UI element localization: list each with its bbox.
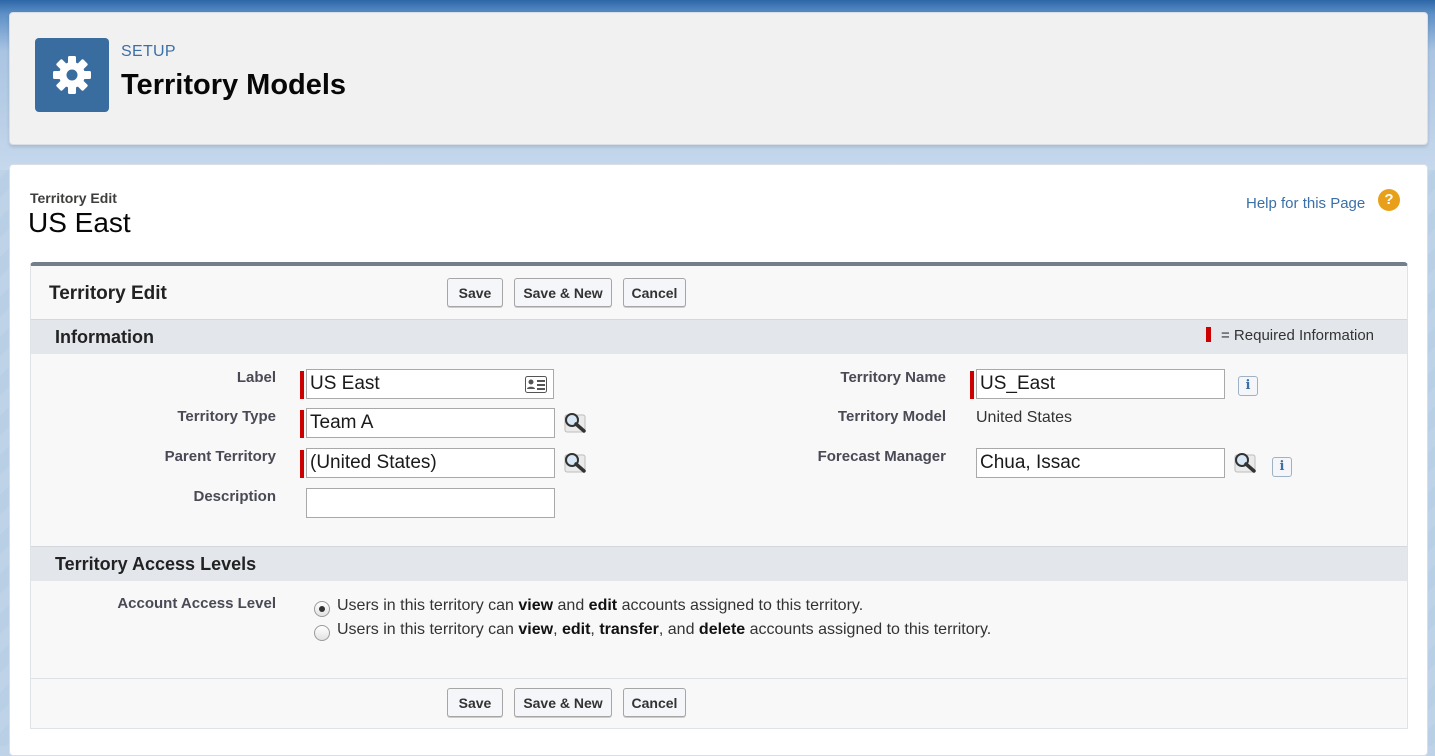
label-field-label: Label: [236, 369, 276, 386]
forecast-manager-lookup-icon[interactable]: [1232, 450, 1258, 476]
access-option-view-edit-label[interactable]: Users in this territory can view and edi…: [337, 597, 863, 615]
cancel-button-bottom[interactable]: Cancel: [623, 688, 686, 717]
territory-type-label: Territory Type: [177, 408, 276, 425]
forecast-manager-input[interactable]: [976, 448, 1225, 478]
parent-territory-required-marker: [300, 450, 304, 478]
parent-territory-lookup-icon[interactable]: [562, 450, 588, 476]
territory-model-value: United States: [976, 409, 1073, 426]
page-title: Territory Models: [121, 69, 347, 101]
cancel-button-top[interactable]: Cancel: [623, 278, 686, 307]
territory-name-label: Territory Name: [840, 369, 946, 386]
required-legend-text: = Required Information: [1221, 327, 1375, 344]
page-header: SETUP Territory Models: [9, 12, 1428, 145]
save-new-button-bottom[interactable]: Save & New: [514, 688, 612, 717]
territory-name-input[interactable]: [976, 369, 1225, 399]
territory-model-label: Territory Model: [837, 408, 946, 425]
territory-type-required-marker: [300, 410, 304, 438]
access-levels-section-title: Territory Access Levels: [55, 554, 257, 574]
description-input[interactable]: [306, 488, 555, 518]
contact-card-icon[interactable]: [525, 376, 547, 393]
information-section-title: Information: [55, 327, 154, 347]
save-button-bottom[interactable]: Save: [447, 688, 503, 717]
access-option-full-label[interactable]: Users in this territory can view, edit, …: [337, 621, 991, 639]
parent-territory-label: Parent Territory: [164, 448, 276, 465]
label-required-marker: [300, 371, 304, 399]
block-title: Territory Edit: [49, 283, 167, 304]
territory-name-required-marker: [970, 371, 974, 399]
access-option-view-edit-radio[interactable]: [314, 601, 330, 617]
description-label: Description: [193, 488, 276, 505]
access-option-full-radio[interactable]: [314, 625, 330, 641]
record-card: Territory Edit US East Help for this Pag…: [9, 164, 1428, 756]
save-button-top[interactable]: Save: [447, 278, 503, 307]
territory-type-lookup-icon[interactable]: [562, 410, 588, 436]
help-icon[interactable]: ?: [1378, 189, 1400, 211]
account-access-level-label: Account Access Level: [117, 595, 276, 612]
information-section-header: Information = Required Information: [31, 319, 1407, 354]
breadcrumb: Territory Edit: [30, 190, 117, 206]
record-title: US East: [28, 207, 131, 238]
setup-label[interactable]: SETUP: [121, 43, 176, 61]
territory-name-info-icon[interactable]: i: [1238, 376, 1258, 396]
territory-edit-block: Territory Edit Save Save & New Cancel In…: [30, 262, 1408, 729]
parent-territory-input[interactable]: [306, 448, 555, 478]
help-link[interactable]: Help for this Page: [1246, 195, 1365, 212]
forecast-manager-label: Forecast Manager: [817, 448, 946, 465]
label-input[interactable]: [306, 369, 554, 399]
required-marker: [1206, 327, 1211, 342]
gear-icon: [35, 38, 109, 112]
save-new-button-top[interactable]: Save & New: [514, 278, 612, 307]
access-levels-section-header: Territory Access Levels: [31, 546, 1407, 581]
forecast-manager-info-icon[interactable]: i: [1272, 457, 1292, 477]
footer-divider: [31, 678, 1407, 679]
territory-type-input[interactable]: [306, 408, 555, 438]
required-legend: = Required Information: [1206, 327, 1374, 344]
